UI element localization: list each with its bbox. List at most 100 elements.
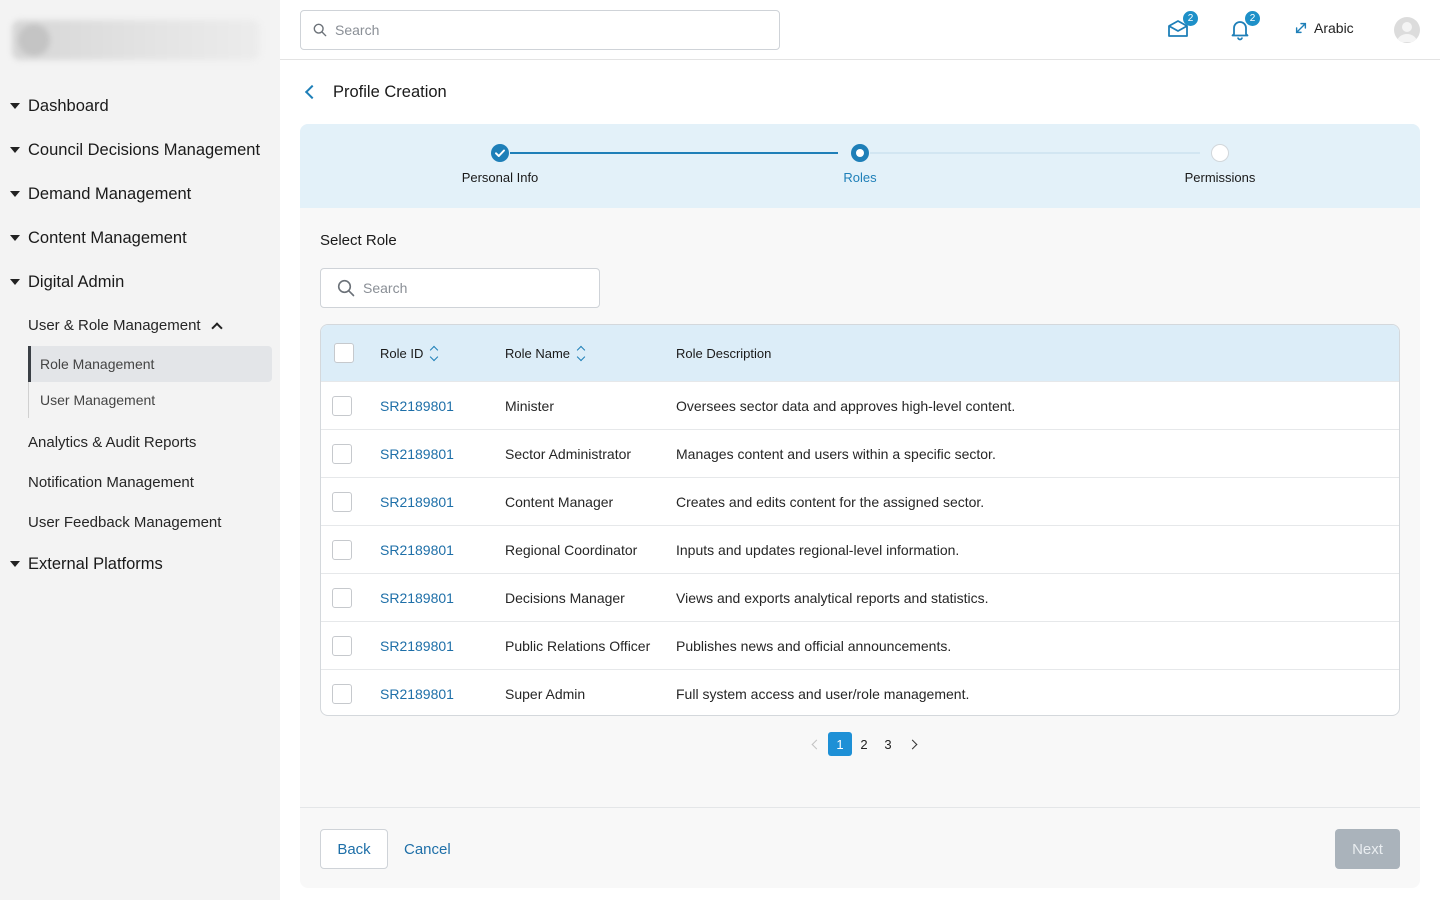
- column-label: Role ID: [380, 345, 424, 361]
- step-current-icon: [851, 144, 869, 162]
- sidebar-item-digital-admin[interactable]: Digital Admin: [0, 260, 280, 304]
- row-checkbox[interactable]: [332, 444, 352, 464]
- table-row[interactable]: SR2189801 Public Relations Officer Publi…: [321, 621, 1399, 669]
- row-checkbox[interactable]: [332, 492, 352, 512]
- global-search-input[interactable]: [335, 22, 755, 38]
- column-label: Role Name: [505, 345, 571, 361]
- pagination-next-button[interactable]: [900, 732, 924, 756]
- role-id-link[interactable]: SR2189801: [380, 574, 454, 622]
- page-button[interactable]: 2: [852, 732, 876, 756]
- avatar[interactable]: [1394, 17, 1420, 43]
- step-personal-info[interactable]: Personal Info: [420, 144, 580, 185]
- global-search[interactable]: [300, 10, 780, 50]
- role-id-link[interactable]: SR2189801: [380, 670, 454, 715]
- row-checkbox[interactable]: [332, 396, 352, 416]
- sort-icon: [430, 345, 439, 361]
- language-toggle[interactable]: Arabic: [1294, 20, 1354, 36]
- step-permissions[interactable]: Permissions: [1140, 144, 1300, 185]
- language-label: Arabic: [1314, 20, 1354, 36]
- back-button[interactable]: Back: [320, 829, 388, 869]
- caret-down-icon: [10, 279, 20, 285]
- table-header: Role ID Role Name Role Description: [321, 325, 1399, 381]
- step-pending-icon: [1211, 144, 1229, 162]
- table-row[interactable]: SR2189801 Decisions Manager Views and ex…: [321, 573, 1399, 621]
- role-id-link[interactable]: SR2189801: [380, 382, 454, 430]
- sidebar-item-council-decisions[interactable]: Council Decisions Management: [0, 128, 280, 172]
- table-row[interactable]: SR2189801 Regional Coordinator Inputs an…: [321, 525, 1399, 573]
- sidebar-item-label: User & Role Management: [28, 316, 201, 334]
- sidebar-item-user-role-management[interactable]: User & Role Management: [0, 304, 280, 346]
- sidebar-item-label: Council Decisions Management: [28, 140, 261, 159]
- sidebar-item-user-feedback[interactable]: User Feedback Management: [0, 502, 280, 542]
- sidebar-item-label: Role Management: [40, 356, 155, 372]
- role-description: Inputs and updates regional-level inform…: [676, 542, 960, 558]
- column-header-role-name[interactable]: Role Name: [505, 345, 586, 361]
- pagination-prev-button[interactable]: [804, 732, 828, 756]
- chevron-up-icon: [210, 321, 223, 334]
- sidebar-item-label: External Platforms: [28, 554, 163, 573]
- sidebar-item-label: User Feedback Management: [28, 513, 222, 531]
- role-description: Views and exports analytical reports and…: [676, 590, 989, 606]
- role-name: Minister: [505, 398, 555, 414]
- sidebar-item-label: Demand Management: [28, 184, 192, 203]
- caret-down-icon: [10, 147, 20, 153]
- row-checkbox[interactable]: [332, 684, 352, 704]
- role-search-input[interactable]: [363, 280, 583, 296]
- caret-down-icon: [10, 561, 20, 567]
- column-header-role-id[interactable]: Role ID: [380, 345, 439, 361]
- row-checkbox[interactable]: [332, 636, 352, 656]
- select-all-checkbox-cell: [334, 343, 354, 363]
- sort-icon: [576, 345, 586, 361]
- chevron-left-icon: [811, 739, 821, 749]
- sidebar-item-label: Notification Management: [28, 473, 194, 491]
- role-name: Sector Administrator: [505, 446, 632, 462]
- role-name: Regional Coordinator: [505, 542, 638, 558]
- role-id-link[interactable]: SR2189801: [380, 478, 454, 526]
- sidebar-item-user-management[interactable]: User Management: [29, 382, 272, 418]
- table-row[interactable]: SR2189801 Super Admin Full system access…: [321, 669, 1399, 715]
- notifications-button[interactable]: 2: [1228, 11, 1260, 41]
- next-button[interactable]: Next: [1335, 829, 1400, 869]
- page-button[interactable]: 1: [828, 732, 852, 756]
- messages-button[interactable]: 2: [1166, 11, 1198, 41]
- role-name: Public Relations Officer: [505, 638, 651, 654]
- step-label: Permissions: [1184, 170, 1256, 185]
- select-all-checkbox[interactable]: [334, 343, 354, 363]
- role-name: Super Admin: [505, 686, 586, 702]
- sidebar-item-analytics-audit[interactable]: Analytics & Audit Reports: [0, 422, 280, 462]
- sidebar-item-label: Analytics & Audit Reports: [28, 433, 197, 451]
- role-name: Content Manager: [505, 494, 614, 510]
- table-row[interactable]: SR2189801 Content Manager Creates and ed…: [321, 477, 1399, 525]
- role-id-link[interactable]: SR2189801: [380, 622, 454, 670]
- sidebar-nav: Dashboard Council Decisions Management D…: [0, 84, 280, 586]
- step-roles[interactable]: Roles: [780, 144, 940, 185]
- role-search[interactable]: [320, 268, 600, 308]
- sidebar-item-role-management[interactable]: Role Management: [28, 346, 272, 382]
- cancel-button[interactable]: Cancel: [404, 829, 451, 869]
- row-checkbox[interactable]: [332, 540, 352, 560]
- notifications-badge: 2: [1245, 11, 1260, 26]
- step-label: Roles: [843, 170, 877, 185]
- sidebar-item-content-management[interactable]: Content Management: [0, 216, 280, 260]
- sidebar-item-dashboard[interactable]: Dashboard: [0, 84, 280, 128]
- back-arrow-icon[interactable]: [304, 84, 320, 100]
- page-button[interactable]: 3: [876, 732, 900, 756]
- top-header: 2 2 Arabic: [280, 0, 1440, 60]
- role-id-link[interactable]: SR2189801: [380, 430, 454, 478]
- caret-down-icon: [10, 103, 20, 109]
- sidebar-item-notification-management[interactable]: Notification Management: [0, 462, 280, 502]
- sidebar-item-label: Content Management: [28, 228, 187, 247]
- role-id-link[interactable]: SR2189801: [380, 526, 454, 574]
- sidebar-item-demand-management[interactable]: Demand Management: [0, 172, 280, 216]
- table-row[interactable]: SR2189801 Minister Oversees sector data …: [321, 381, 1399, 429]
- table-row[interactable]: SR2189801 Sector Administrator Manages c…: [321, 429, 1399, 477]
- column-label: Role Description: [676, 345, 772, 361]
- swap-icon: [1295, 22, 1307, 34]
- sidebar-item-external-platforms[interactable]: External Platforms: [0, 542, 280, 586]
- page-title: Profile Creation: [333, 82, 447, 101]
- form-footer: Back Cancel Next: [300, 807, 1420, 888]
- role-description: Manages content and users within a speci…: [676, 446, 996, 462]
- column-header-role-description: Role Description: [676, 346, 771, 361]
- row-checkbox[interactable]: [332, 588, 352, 608]
- roles-table: Role ID Role Name Role Description SR218…: [320, 324, 1400, 716]
